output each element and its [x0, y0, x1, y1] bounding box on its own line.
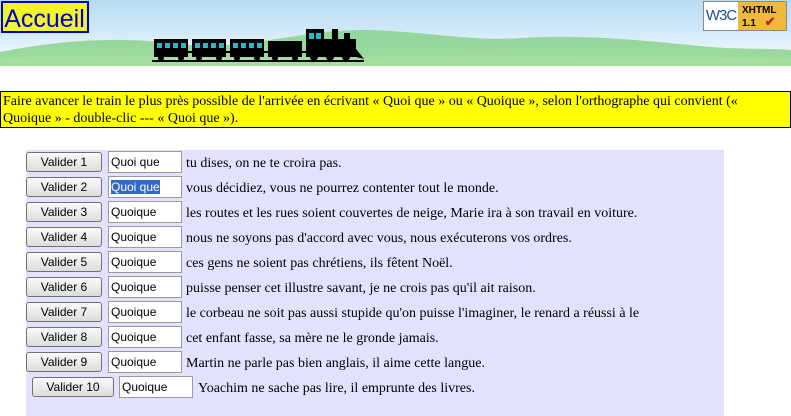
sentence-3: les routes et les rues soient couvertes …	[186, 206, 638, 221]
xhtml-text: XHTML	[742, 5, 777, 16]
sentence-10: Yoachim ne sache pas lire, il emprunte d…	[198, 381, 475, 396]
answer-input-8[interactable]: Quoique	[108, 326, 182, 348]
train-car	[192, 39, 226, 61]
validate-button-3[interactable]: Valider 3	[26, 202, 102, 222]
validate-button-10[interactable]: Valider 10	[32, 377, 114, 397]
validate-button-6[interactable]: Valider 6	[26, 277, 102, 297]
train-image	[152, 29, 364, 62]
validate-button-2[interactable]: Valider 2	[26, 177, 102, 197]
train-car	[230, 39, 264, 61]
w3c-xhtml-badge[interactable]: W3C XHTML 1.1 ✔	[703, 1, 787, 31]
answer-input-1[interactable]: Quoi que	[108, 151, 182, 173]
answer-input-9[interactable]: Quoique	[108, 351, 182, 373]
train-car	[154, 39, 188, 61]
validate-button-5[interactable]: Valider 5	[26, 252, 102, 272]
sentence-8: cet enfant fasse, sa mère ne le gronde j…	[186, 331, 439, 346]
sentence-5: ces gens ne soient pas chrétiens, ils fê…	[186, 256, 453, 271]
check-icon: ✔	[764, 14, 776, 29]
sentence-2: vous décidiez, vous ne pourrez contenter…	[186, 181, 499, 196]
sentence-4: nous ne soyons pas d'accord avec vous, n…	[186, 231, 572, 246]
exercise-panel: Valider 1 Quoi que tu dises, on ne te cr…	[26, 150, 724, 416]
xhtml-label: XHTML 1.1 ✔	[738, 2, 786, 30]
sentence-7: le corbeau ne soit pas aussi stupide qu'…	[186, 306, 640, 321]
sentence-1: tu dises, on ne te croira pas.	[186, 156, 342, 171]
selected-text: Quoi que	[111, 180, 160, 194]
w3c-logo: W3C	[705, 7, 737, 24]
answer-input-7[interactable]: Quoique	[108, 301, 182, 323]
validate-button-1[interactable]: Valider 1	[26, 152, 102, 172]
sentence-9: Martin ne parle pas bien anglais, il aim…	[186, 356, 485, 371]
answer-input-10[interactable]: Quoique	[119, 376, 193, 398]
validate-button-4[interactable]: Valider 4	[26, 227, 102, 247]
xhtml-version: 1.1	[742, 18, 756, 29]
validate-button-9[interactable]: Valider 9	[26, 352, 102, 372]
xhtml-version-row: 1.1 ✔	[742, 14, 786, 29]
answer-input-4[interactable]: Quoique	[108, 226, 182, 248]
home-link[interactable]: Accueil	[1, 1, 89, 33]
validate-button-8[interactable]: Valider 8	[26, 327, 102, 347]
locomotive	[306, 29, 364, 61]
answer-input-3[interactable]: Quoique	[108, 201, 182, 223]
answer-input-6[interactable]: Quoique	[108, 276, 182, 298]
instructions-box: Faire avancer le train le plus près poss…	[0, 91, 791, 128]
train-tender	[268, 41, 302, 61]
header-banner: Accueil W3C XHTML 1.1 ✔	[0, 0, 791, 66]
answer-input-2[interactable]: Quoi que	[108, 176, 182, 198]
validate-button-7[interactable]: Valider 7	[26, 302, 102, 322]
sentence-6: puisse penser cet illustre savant, je ne…	[186, 281, 536, 296]
hills-decoration	[0, 30, 791, 66]
answer-input-5[interactable]: Quoique	[108, 251, 182, 273]
